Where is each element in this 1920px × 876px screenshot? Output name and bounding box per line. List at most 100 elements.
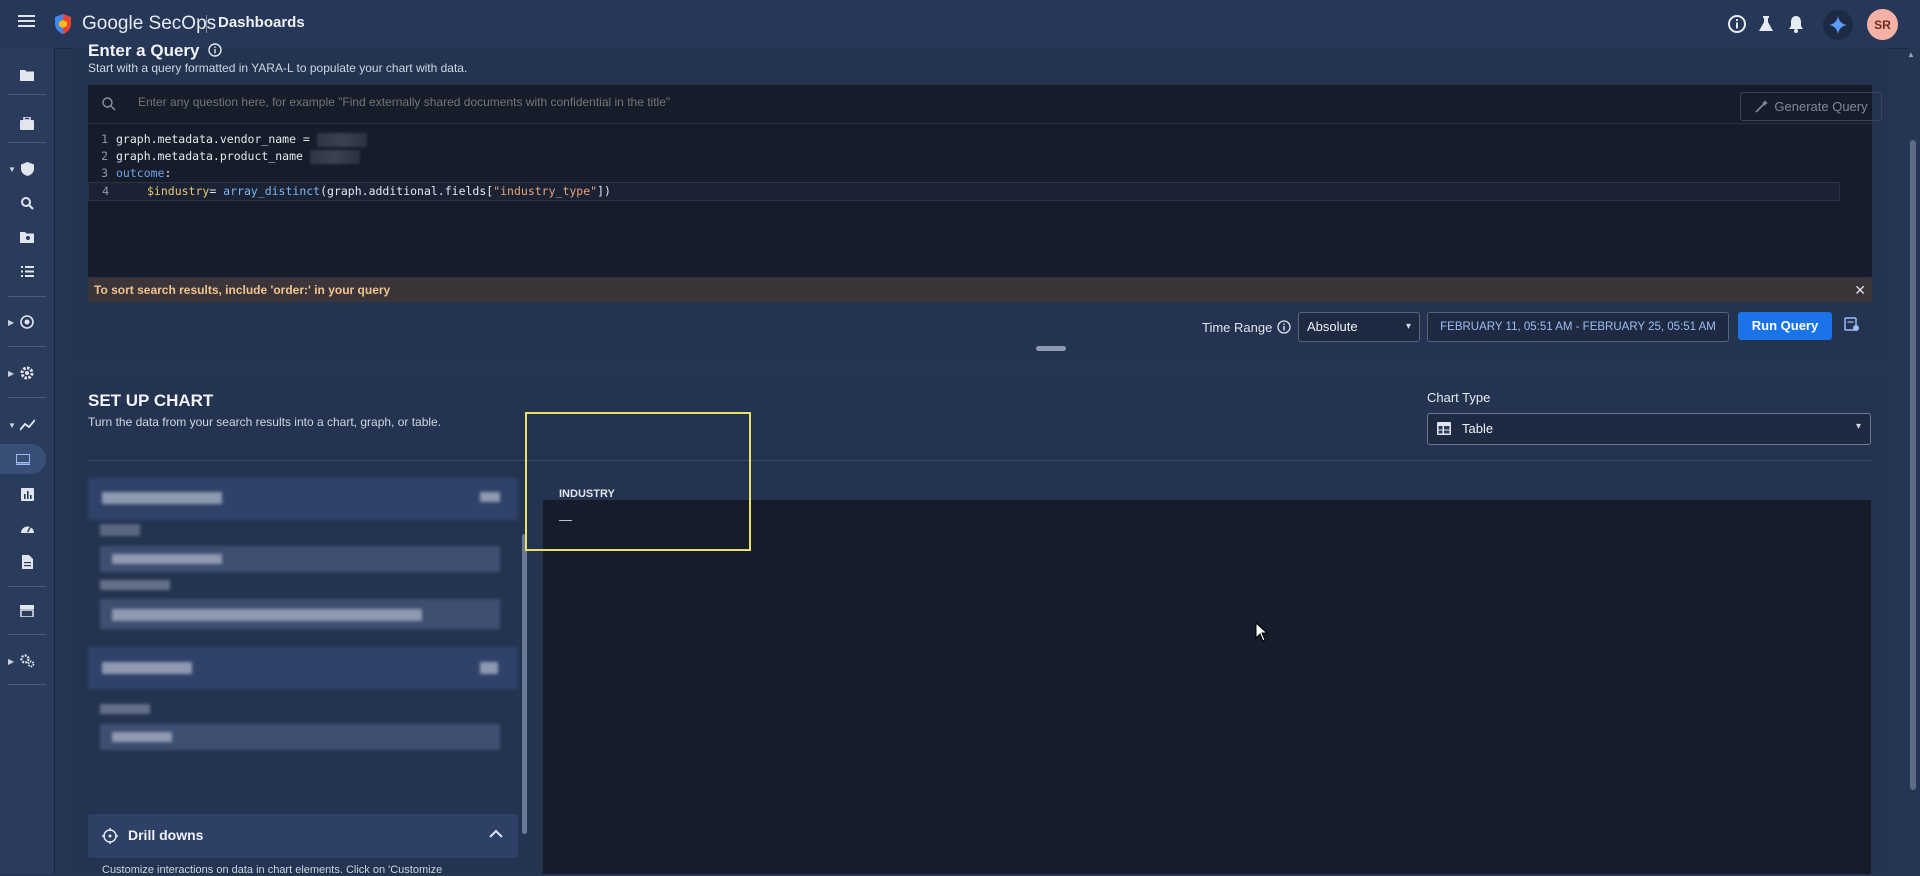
redacted-value xyxy=(316,132,367,147)
chart-line-icon[interactable] xyxy=(0,410,54,440)
code-text: (graph.additional.fields[ xyxy=(320,184,494,198)
config-field-label xyxy=(100,580,170,590)
radar-icon[interactable] xyxy=(0,307,54,337)
config-input-value xyxy=(112,554,222,564)
section-divider xyxy=(88,460,1872,461)
search-icon xyxy=(102,97,116,111)
save-query-icon[interactable] xyxy=(1844,316,1860,332)
config-scrollbar[interactable] xyxy=(522,534,527,834)
page-scrollbar-thumb[interactable] xyxy=(1910,140,1916,790)
drill-downs-description: Customize interactions on data in chart … xyxy=(102,864,443,876)
list-icon[interactable] xyxy=(0,256,54,286)
line-number: 2 xyxy=(101,149,108,163)
nav-divider xyxy=(8,586,46,587)
code-line: 1 graph.metadata.vendor_name = xyxy=(88,131,1872,148)
config-input-value xyxy=(112,609,422,621)
sort-warning-banner: To sort search results, include 'order:'… xyxy=(88,278,1872,302)
main-menu-button[interactable] xyxy=(14,12,38,36)
config-field-label xyxy=(100,524,140,536)
code-text: ]) xyxy=(597,184,611,198)
config-input-value xyxy=(112,732,172,742)
nav-divider xyxy=(8,296,46,297)
code-variable: $industry xyxy=(147,184,210,198)
chevron-down-icon: ▾ xyxy=(1855,421,1861,432)
settings-gear-icon[interactable] xyxy=(0,358,54,388)
settings-cogs-icon[interactable] xyxy=(0,646,54,676)
config-field-label xyxy=(102,492,222,504)
info-icon[interactable] xyxy=(1277,320,1291,334)
resize-handle[interactable] xyxy=(1036,346,1066,351)
dashboard-icon[interactable] xyxy=(0,444,46,474)
line-number: 1 xyxy=(101,132,108,146)
generate-query-label: Generate Query xyxy=(1774,99,1868,114)
user-avatar[interactable]: SR xyxy=(1867,9,1898,40)
query-editor[interactable]: Generate Query 1 graph.metadata.vendor_na… xyxy=(88,85,1882,277)
nav-divider xyxy=(8,634,46,635)
date-range-picker[interactable]: FEBRUARY 11, 05:51 AM - FEBRUARY 25, 05:… xyxy=(1427,312,1729,342)
table-icon xyxy=(1437,422,1451,435)
query-subtitle: Start with a query formatted in YARA-L t… xyxy=(88,61,468,75)
query-panel: Enter a Query Start with a query formatt… xyxy=(72,41,1888,360)
lab-flask-icon[interactable] xyxy=(1756,14,1776,34)
folder-search-icon[interactable] xyxy=(0,222,54,252)
shield-icon[interactable] xyxy=(0,154,54,184)
ai-query-bar: Generate Query xyxy=(88,85,1882,124)
scroll-up-arrow-icon[interactable]: ▲ xyxy=(1907,50,1915,59)
config-field-icon xyxy=(480,662,498,674)
bar-chart-icon[interactable] xyxy=(0,479,54,509)
ai-question-input[interactable] xyxy=(136,94,1790,110)
gauge-icon[interactable] xyxy=(0,513,54,543)
time-range-select[interactable]: Absolute ▾ xyxy=(1298,312,1420,342)
drill-downs-section[interactable]: Drill downs xyxy=(88,814,518,858)
code-text: graph.metadata.vendor_name = xyxy=(116,132,317,146)
chevron-down-icon: ▾ xyxy=(1405,321,1411,332)
nav-divider xyxy=(8,684,46,685)
setup-chart-panel: SET UP CHART Turn the data from your sea… xyxy=(72,374,1888,876)
bell-icon[interactable] xyxy=(1786,14,1806,34)
info-icon[interactable] xyxy=(1727,14,1747,34)
page-title: Dashboards xyxy=(218,14,305,31)
nav-divider xyxy=(8,397,46,398)
chart-type-select[interactable]: Table ▾ xyxy=(1427,413,1871,445)
side-navigation: ▼ ▶ ▶ ▼ ▶ xyxy=(0,48,55,874)
setup-chart-subtitle: Turn the data from your search results i… xyxy=(88,415,442,429)
nav-divider xyxy=(8,142,46,143)
line-number: 4 xyxy=(102,184,109,198)
store-icon[interactable] xyxy=(0,596,54,626)
config-field-label xyxy=(100,704,150,714)
main-content: Enter a Query Start with a query formatt… xyxy=(72,41,1888,876)
time-range-label: Time Range xyxy=(1202,320,1273,335)
run-query-button[interactable]: Run Query xyxy=(1738,312,1832,340)
chart-type-label: Chart Type xyxy=(1427,390,1491,405)
mouse-cursor-icon xyxy=(1255,622,1269,642)
secops-logo-icon xyxy=(53,13,73,40)
report-icon[interactable] xyxy=(0,547,54,577)
title-divider xyxy=(206,15,207,33)
code-line: 2 graph.metadata.product_name xyxy=(88,148,1872,165)
query-title: Enter a Query xyxy=(88,41,222,61)
nav-divider xyxy=(8,94,46,95)
folder-icon[interactable] xyxy=(0,60,54,90)
highlight-box xyxy=(525,412,751,551)
code-line-current: 4 $industry= array_distinct(graph.additio… xyxy=(88,182,1840,201)
magic-wand-icon xyxy=(1755,99,1769,113)
time-range-value: Absolute xyxy=(1307,319,1358,334)
gemini-sparkle-icon[interactable] xyxy=(1823,10,1853,40)
chevron-up-icon[interactable] xyxy=(488,826,504,842)
nav-divider xyxy=(8,346,46,347)
top-bar: Google SecOps Dashboards SR xyxy=(0,0,1920,49)
chart-type-value: Table xyxy=(1462,421,1494,436)
code-editor[interactable]: 1 graph.metadata.vendor_name = 2 graph.met… xyxy=(88,131,1872,201)
code-text: : xyxy=(164,166,172,180)
case-icon[interactable] xyxy=(0,108,54,138)
setup-chart-title: SET UP CHART xyxy=(88,391,214,410)
query-title-text: Enter a Query xyxy=(88,41,200,60)
close-icon[interactable]: ✕ xyxy=(1848,278,1866,302)
info-icon[interactable] xyxy=(208,43,222,57)
search-icon[interactable] xyxy=(0,188,54,218)
generate-query-button[interactable]: Generate Query xyxy=(1740,92,1882,121)
crosshair-icon xyxy=(102,828,118,844)
line-number: 3 xyxy=(101,166,108,180)
code-text: = xyxy=(209,184,224,198)
code-line: 3 outcome: xyxy=(88,165,1872,182)
